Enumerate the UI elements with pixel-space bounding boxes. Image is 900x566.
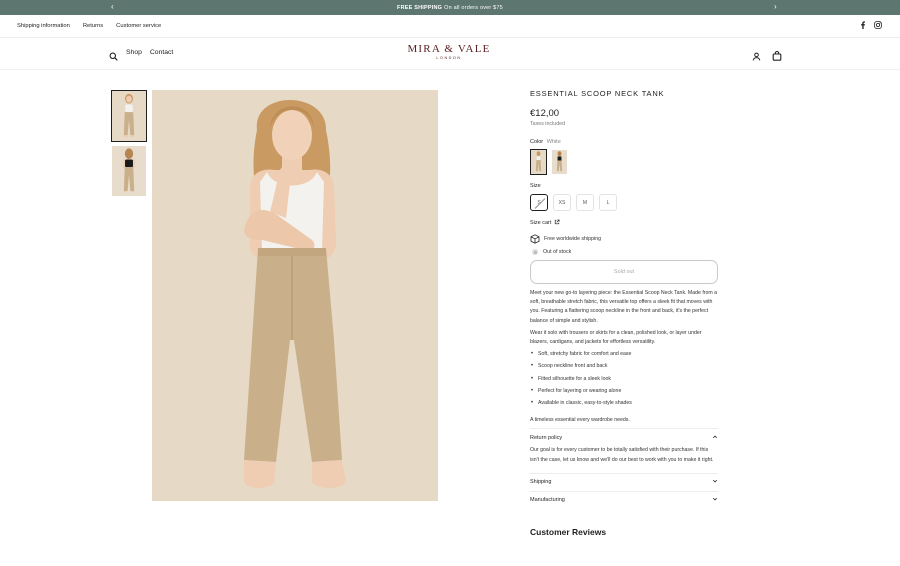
chevron-down-icon <box>712 478 718 486</box>
accordion-title: Return policy <box>530 434 563 441</box>
list-item: Scoop neckline front and back <box>530 362 718 371</box>
accordion-manufacturing: Manufacturing <box>530 490 718 509</box>
thumbnail-list <box>111 90 147 200</box>
product-info: ESSENTIAL SCOOP NECK TANK €12,00 Taxes i… <box>530 89 718 537</box>
size-options: S XS M L <box>530 194 718 211</box>
announcement-bar: ‹ FREE SHIPPING On all orders over $75 › <box>0 0 900 15</box>
size-label: Size <box>530 183 541 189</box>
thumbnail-front[interactable] <box>111 90 147 142</box>
product-description: Meet your new go-to layering piece: the … <box>530 289 718 425</box>
announcement-detail: On all orders over $75 <box>444 4 503 11</box>
customer-reviews-heading: Customer Reviews <box>530 526 607 537</box>
nav-shop[interactable]: Shop <box>126 49 142 56</box>
color-label: Color <box>530 139 544 145</box>
accordion-title: Manufacturing <box>530 497 565 504</box>
chevron-left-icon[interactable]: ‹ <box>111 2 114 12</box>
stock-status-text: Out of stock <box>543 249 572 255</box>
swatch-black[interactable] <box>551 149 568 175</box>
announcement-strong: FREE SHIPPING <box>397 4 443 11</box>
sold-out-button[interactable]: Sold out <box>530 260 718 284</box>
link-shipping-information[interactable]: Shipping information <box>17 23 70 29</box>
search-icon[interactable] <box>109 48 118 61</box>
link-customer-service[interactable]: Customer service <box>116 23 161 29</box>
description-closing: A timeless essential every wardrobe need… <box>530 417 630 424</box>
product-price: €12,00 <box>530 108 560 119</box>
instagram-icon[interactable] <box>874 21 882 29</box>
site-header: Shop Contact MIRA & VALE LONDON <box>0 38 900 70</box>
external-link-icon <box>554 219 560 227</box>
chevron-right-icon[interactable]: › <box>774 2 777 12</box>
color-value: White <box>546 139 561 145</box>
accordion-header-manufacturing[interactable]: Manufacturing <box>530 492 718 509</box>
link-returns[interactable]: Returns <box>83 23 103 29</box>
size-option-l[interactable]: L <box>599 194 617 211</box>
announcement-text: FREE SHIPPING On all orders over $75 <box>397 5 503 11</box>
utility-links: Shipping information Returns Customer se… <box>17 23 161 29</box>
shipping-feature-text: Free worldwide shipping <box>544 236 602 242</box>
chevron-down-icon <box>712 496 718 504</box>
list-item: Fitted silhouette for a sleek look <box>530 375 718 384</box>
utility-bar: Shipping information Returns Customer se… <box>0 15 900 38</box>
list-item: Soft, stretchy fabric for comfort and ea… <box>530 350 718 359</box>
accordion-header-shipping[interactable]: Shipping <box>530 474 718 491</box>
product-title: ESSENTIAL SCOOP NECK TANK <box>530 89 665 98</box>
thumbnail-back[interactable] <box>111 145 147 197</box>
list-item: Perfect for layering or wearing alone <box>530 387 718 396</box>
swatch-white[interactable] <box>530 149 547 175</box>
social-links <box>859 21 882 29</box>
size-chart-link[interactable]: Size cart <box>530 219 718 227</box>
description-paragraph-2: Wear it solo with trousers or skirts for… <box>530 329 702 346</box>
brand-logo[interactable]: MIRA & VALE LONDON <box>399 43 499 60</box>
list-item: Available in classic, easy-to-style shad… <box>530 399 718 408</box>
accordion-return-policy: Return policy Our goal is for every cust… <box>530 428 718 464</box>
package-icon <box>530 234 540 244</box>
brand-sub: LONDON <box>436 56 462 60</box>
accordion-header-return-policy[interactable]: Return policy <box>530 429 718 446</box>
main-nav: Shop Contact <box>126 49 173 56</box>
size-chart-label: Size cart <box>530 220 552 226</box>
stock-status: Out of stock <box>530 249 718 255</box>
size-option-xs[interactable]: XS <box>553 194 571 211</box>
accordion-shipping: Shipping <box>530 472 718 491</box>
account-icon[interactable] <box>752 48 761 61</box>
description-paragraph-1: Meet your new go-to layering piece: the … <box>530 290 718 324</box>
color-label-row: Color White <box>530 139 718 145</box>
stock-dot-icon <box>532 249 538 255</box>
shipping-feature: Free worldwide shipping <box>530 234 718 244</box>
size-option-m[interactable]: M <box>576 194 594 211</box>
product-main-image[interactable] <box>152 90 438 501</box>
color-swatches <box>530 149 718 175</box>
chevron-up-icon <box>712 434 718 442</box>
feature-list: Soft, stretchy fabric for comfort and ea… <box>530 350 718 408</box>
brand-name: MIRA & VALE <box>407 43 491 55</box>
accordion-body-return-policy: Our goal is for every customer to be tot… <box>530 447 714 463</box>
accordion-title: Shipping <box>530 479 552 486</box>
nav-contact[interactable]: Contact <box>150 49 173 56</box>
facebook-icon[interactable] <box>859 21 867 29</box>
size-option-s[interactable]: S <box>530 194 548 211</box>
tax-note: Taxes included <box>530 121 566 127</box>
bag-icon[interactable] <box>772 48 782 61</box>
